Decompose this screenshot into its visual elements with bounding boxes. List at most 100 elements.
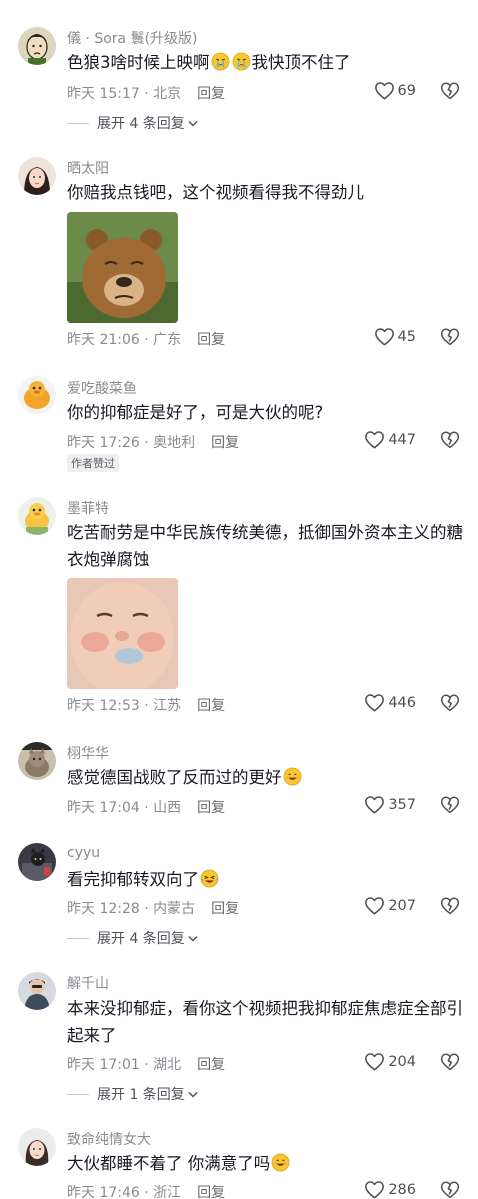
username[interactable]: 晒太阳: [67, 158, 109, 178]
bear-sticker[interactable]: [67, 212, 178, 323]
expand-replies-button[interactable]: 展开 1 条回复: [67, 1084, 198, 1104]
avatar[interactable]: [18, 742, 56, 780]
username[interactable]: 爱吃酸菜鱼: [67, 378, 137, 398]
expand-label: 展开 4 条回复: [97, 931, 185, 947]
heart-icon: [364, 430, 385, 449]
like-count: 357: [388, 796, 416, 813]
like-count: 45: [397, 328, 416, 345]
reply-button[interactable]: 回复: [197, 1057, 225, 1073]
timestamp-location: 昨天 15:17 · 北京: [67, 86, 182, 102]
comment-text-part: 我快顶不住了: [251, 53, 351, 72]
broken-heart-icon[interactable]: [440, 896, 460, 915]
comment-meta: 昨天 17:01 · 湖北 回复: [67, 1054, 225, 1074]
like-count: 447: [388, 431, 416, 448]
like-button[interactable]: 69: [374, 81, 416, 100]
comment-meta: 昨天 12:28 · 内蒙古 回复: [67, 898, 239, 918]
reply-button[interactable]: 回复: [211, 901, 239, 917]
timestamp-location: 昨天 12:53 · 江苏: [67, 698, 182, 714]
username[interactable]: 致命纯情女大: [67, 1129, 151, 1149]
avatar[interactable]: [18, 972, 56, 1010]
reply-button[interactable]: 回复: [197, 86, 225, 102]
heart-icon: [364, 693, 385, 712]
comment-text: 吃苦耐劳是中华民族传统美德，抵御国外资本主义的糖衣炮弹腐蚀: [67, 523, 463, 569]
reply-button[interactable]: 回复: [197, 800, 225, 816]
expand-replies-button[interactable]: 展开 4 条回复: [67, 928, 198, 948]
like-count: 286: [388, 1181, 416, 1198]
heart-icon: [364, 1180, 385, 1199]
like-count: 207: [388, 897, 416, 914]
author-liked-badge: 作者赞过: [67, 454, 119, 472]
avatar[interactable]: [18, 157, 56, 195]
heart-icon: [364, 795, 385, 814]
timestamp-location: 昨天 17:26 · 奥地利: [67, 435, 196, 451]
comment-meta: 昨天 15:17 · 北京 回复: [67, 83, 225, 103]
heart-icon: [374, 327, 395, 346]
comment-text: 色狼3啥时候上映啊 我快顶不住了: [67, 49, 463, 76]
comment-meta: 昨天 17:46 · 浙江 回复: [67, 1182, 225, 1199]
chevron-down-icon: [188, 1091, 198, 1098]
reply-button[interactable]: 回复: [197, 332, 225, 348]
comment-text: 你的抑郁症是好了，可是大伙的呢?: [67, 403, 324, 422]
heart-icon: [364, 1052, 385, 1071]
timestamp-location: 昨天 17:01 · 湖北: [67, 1057, 182, 1073]
like-count: 446: [388, 694, 416, 711]
expand-label: 展开 1 条回复: [97, 1087, 185, 1103]
reply-button[interactable]: 回复: [197, 698, 225, 714]
like-button[interactable]: 446: [364, 693, 416, 712]
broken-heart-icon[interactable]: [440, 1052, 460, 1071]
smiling-face-emoji: [271, 1153, 290, 1172]
heart-icon: [374, 81, 395, 100]
like-button[interactable]: 286: [364, 1180, 416, 1199]
crying-face-emoji: [211, 52, 230, 71]
divider-line: [67, 122, 89, 124]
comment-text-part: 看完抑郁转双向了: [67, 870, 199, 889]
comment-meta: 昨天 21:06 · 广东 回复: [67, 329, 225, 349]
reply-button[interactable]: 回复: [197, 1185, 225, 1199]
comment-meta: 昨天 17:04 · 山西 回复: [67, 797, 225, 817]
broken-heart-icon[interactable]: [440, 693, 460, 712]
username[interactable]: cyyu: [67, 845, 100, 861]
avatar[interactable]: [18, 27, 56, 65]
broken-heart-icon[interactable]: [440, 1180, 460, 1199]
broken-heart-icon[interactable]: [440, 430, 460, 449]
comment-text-part: 感觉德国战败了反而过的更好: [67, 768, 282, 787]
timestamp-location: 昨天 17:46 · 浙江: [67, 1185, 182, 1199]
avatar[interactable]: [18, 843, 56, 881]
baby-face-sticker[interactable]: [67, 578, 178, 689]
timestamp-location: 昨天 12:28 · 内蒙古: [67, 901, 196, 917]
like-count: 69: [397, 82, 416, 99]
comment-meta: 昨天 17:26 · 奥地利 回复: [67, 432, 239, 452]
like-button[interactable]: 204: [364, 1052, 416, 1071]
comment-text: 大伙都睡不着了 你满意了吗: [67, 1150, 463, 1177]
avatar[interactable]: [18, 1128, 56, 1166]
username[interactable]: 儀 · Sora 鬟(升级版): [67, 28, 198, 48]
broken-heart-icon[interactable]: [440, 327, 460, 346]
like-count: 204: [388, 1053, 416, 1070]
like-button[interactable]: 45: [374, 327, 416, 346]
comment-text: 你赔我点钱吧，这个视频看得我不得劲儿: [67, 183, 364, 202]
username[interactable]: 栩华华: [67, 743, 109, 763]
username[interactable]: 解千山: [67, 973, 109, 993]
crying-face-emoji: [232, 52, 251, 71]
comment-text-part: 大伙都睡不着了 你满意了吗: [67, 1154, 271, 1173]
comment-text: 感觉德国战败了反而过的更好: [67, 764, 463, 791]
divider-line: [67, 1093, 89, 1095]
chevron-down-icon: [188, 120, 198, 127]
smiling-face-emoji: [283, 767, 302, 786]
laughing-tears-emoji: [200, 869, 219, 888]
broken-heart-icon[interactable]: [440, 795, 460, 814]
comment-text: 看完抑郁转双向了: [67, 866, 463, 893]
timestamp-location: 昨天 21:06 · 广东: [67, 332, 182, 348]
avatar[interactable]: [18, 376, 56, 414]
expand-replies-button[interactable]: 展开 4 条回复: [67, 113, 198, 133]
comment-text: 本来没抑郁症，看你这个视频把我抑郁症焦虑症全部引起来了: [67, 999, 463, 1045]
like-button[interactable]: 447: [364, 430, 416, 449]
like-button[interactable]: 357: [364, 795, 416, 814]
comment-meta: 昨天 12:53 · 江苏 回复: [67, 695, 225, 715]
avatar[interactable]: [18, 497, 56, 535]
reply-button[interactable]: 回复: [211, 435, 239, 451]
broken-heart-icon[interactable]: [440, 81, 460, 100]
expand-label: 展开 4 条回复: [97, 116, 185, 132]
like-button[interactable]: 207: [364, 896, 416, 915]
username[interactable]: 墨菲特: [67, 498, 109, 518]
